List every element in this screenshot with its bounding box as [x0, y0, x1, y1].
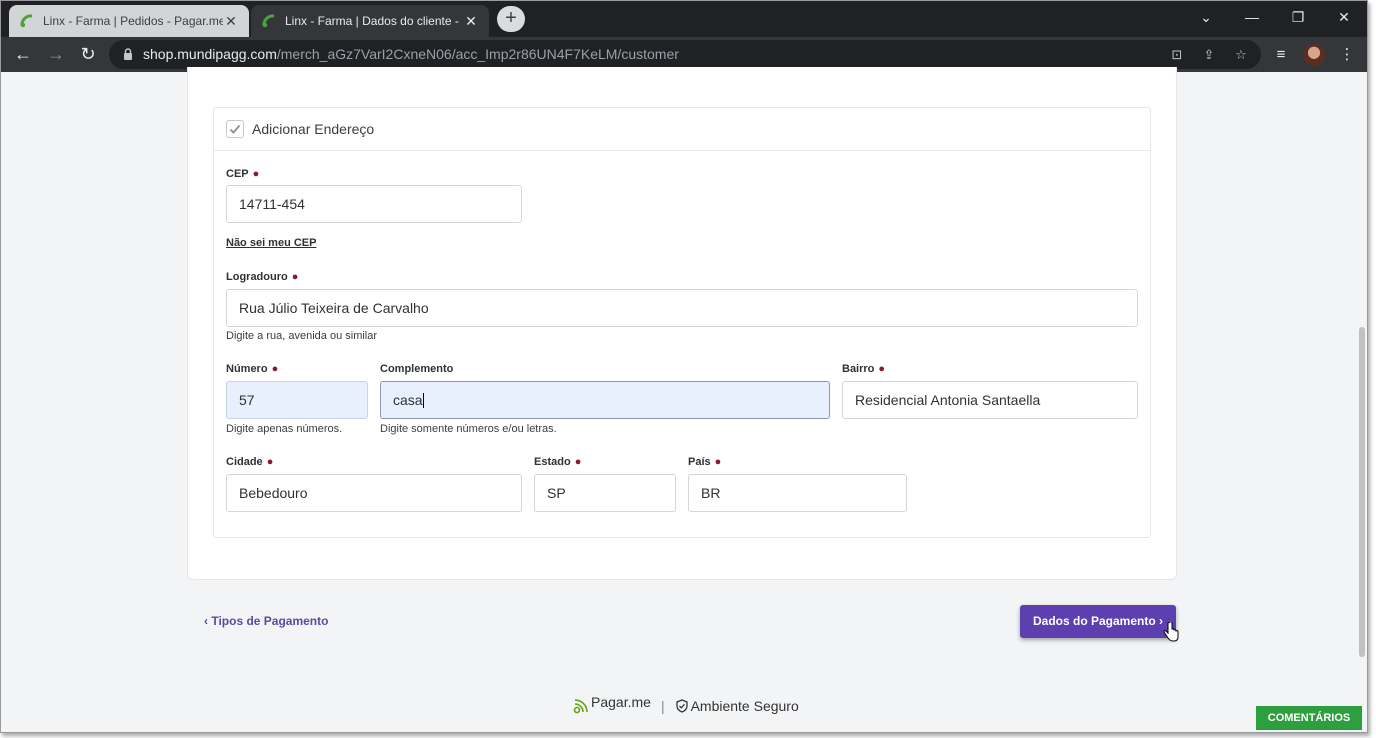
page-scrollbar[interactable] — [1359, 327, 1365, 657]
address-section: Adicionar Endereço CEP ● 14711-454 Não se… — [213, 107, 1151, 538]
secure-environment-label: Ambiente Seguro — [690, 698, 799, 714]
minimize-icon[interactable]: — — [1229, 1, 1275, 33]
footer: Pagar.me | Ambiente Seguro — [573, 694, 799, 718]
add-address-checkbox[interactable] — [226, 120, 244, 138]
estado-label: Estado ● — [534, 456, 582, 468]
menu-kebab-icon[interactable]: ⋮ — [1335, 43, 1359, 67]
required-marker: ● — [878, 363, 886, 375]
logradouro-hint: Digite a rua, avenida ou similar — [226, 330, 378, 342]
required-marker: ● — [574, 456, 582, 468]
logradouro-input[interactable]: Rua Júlio Teixeira de Carvalho — [226, 289, 1138, 327]
close-window-icon[interactable]: ✕ — [1321, 1, 1367, 33]
complemento-hint: Digite somente números e/ou letras. — [380, 423, 557, 435]
forward-arrow-icon[interactable]: → — [43, 41, 69, 67]
bairro-input[interactable]: Residencial Antonia Santaella — [842, 381, 1138, 419]
hand-cursor-icon — [1163, 622, 1179, 642]
media-queue-icon[interactable]: ≡ — [1269, 43, 1293, 67]
required-marker: ● — [252, 168, 260, 180]
cep-label: CEP ● — [226, 168, 260, 180]
linx-favicon-icon — [20, 14, 33, 28]
required-marker: ● — [714, 456, 722, 468]
logradouro-label: Logradouro ● — [226, 271, 299, 283]
tab-title: Linx - Farma | Pedidos - Pagar.me — [43, 14, 223, 28]
unknown-cep-link[interactable]: Não sei meu CEP — [226, 237, 316, 249]
restore-icon[interactable]: ❐ — [1275, 1, 1321, 33]
required-marker: ● — [291, 271, 299, 283]
payment-data-button[interactable]: Dados do Pagamento › — [1020, 605, 1176, 638]
customer-card: Adicionar Endereço CEP ● 14711-454 Não se… — [187, 67, 1177, 580]
numero-input[interactable]: 57 — [226, 381, 368, 419]
close-tab-icon[interactable]: ✕ — [463, 13, 479, 30]
estado-input[interactable]: SP — [534, 474, 676, 512]
url-text: shop.mundipagg.com/merch_aGz7VarI2CxneN0… — [143, 46, 679, 62]
comments-button[interactable]: COMENTÁRIOS — [1256, 706, 1362, 730]
close-tab-icon[interactable]: ✕ — [223, 13, 239, 30]
profile-avatar[interactable] — [1303, 44, 1325, 66]
text-caret — [422, 393, 424, 408]
bairro-label: Bairro ● — [842, 363, 886, 375]
shield-icon — [675, 699, 688, 713]
pagarme-logo-icon — [573, 699, 588, 714]
cidade-input[interactable]: Bebedouro — [226, 474, 522, 512]
add-address-label: Adicionar Endereço — [252, 121, 375, 137]
new-tab-button[interactable]: + — [497, 6, 525, 32]
cep-input[interactable]: 14711-454 — [226, 185, 522, 223]
browser-window: Linx - Farma | Pedidos - Pagar.me ✕ Linx… — [0, 0, 1368, 733]
footer-separator: | — [660, 698, 665, 714]
tab-search-icon[interactable]: ⌄ — [1183, 1, 1229, 33]
checkmark-icon — [229, 124, 241, 134]
share-icon[interactable]: ⇪ — [1199, 45, 1219, 65]
reload-icon[interactable]: ↻ — [75, 41, 101, 67]
numero-hint: Digite apenas números. — [226, 423, 343, 435]
tab-pedidos[interactable]: Linx - Farma | Pedidos - Pagar.me ✕ — [9, 5, 249, 37]
bookmark-star-icon[interactable]: ☆ — [1231, 45, 1251, 65]
linx-favicon-icon — [262, 14, 275, 28]
back-to-payment-types-link[interactable]: ‹ Tipos de Pagamento — [204, 614, 328, 628]
required-marker: ● — [271, 363, 279, 375]
pais-label: País ● — [688, 456, 722, 468]
address-section-header: Adicionar Endereço — [214, 108, 1150, 151]
tab-title: Linx - Farma | Dados do cliente - — [285, 14, 459, 28]
address-bar[interactable]: shop.mundipagg.com/merch_aGz7VarI2CxneN0… — [109, 40, 1261, 69]
complemento-input[interactable]: casa — [380, 381, 830, 419]
translate-icon[interactable]: ⊡ — [1167, 45, 1187, 65]
tab-dados-cliente[interactable]: Linx - Farma | Dados do cliente - ✕ — [251, 5, 489, 37]
required-marker: ● — [266, 456, 274, 468]
page-content: Adicionar Endereço CEP ● 14711-454 Não se… — [1, 67, 1367, 732]
pagarme-brand: Pagar.me — [591, 694, 651, 710]
complemento-label: Complemento — [380, 363, 454, 375]
cidade-label: Cidade ● — [226, 456, 274, 468]
tab-strip: Linx - Farma | Pedidos - Pagar.me ✕ Linx… — [1, 1, 1367, 37]
lock-icon — [124, 48, 132, 60]
pais-input[interactable]: BR — [688, 474, 907, 512]
back-arrow-icon[interactable]: ← — [10, 41, 36, 67]
numero-label: Número ● — [226, 363, 279, 375]
